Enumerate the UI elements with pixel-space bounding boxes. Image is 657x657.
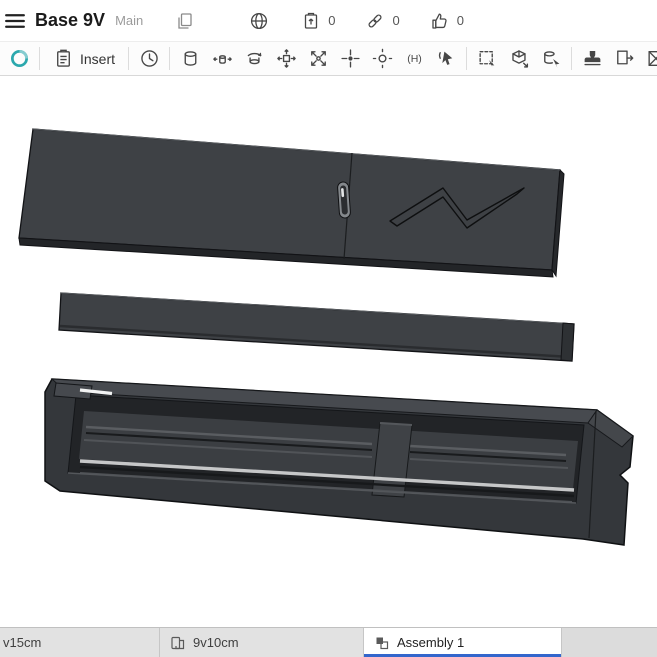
part-icon[interactable] <box>174 45 206 73</box>
document-header: Base 9V Main 0 0 0 <box>0 0 657 42</box>
part-tray[interactable] <box>44 378 634 546</box>
position-icon[interactable] <box>366 45 398 73</box>
tab-9v10cm[interactable]: 9v10cm <box>160 628 364 657</box>
toolbar-separator <box>466 47 468 70</box>
links-count: 0 <box>392 13 400 28</box>
links-counter[interactable]: 0 <box>363 9 400 33</box>
lid-button-slot <box>337 181 351 219</box>
query-icon[interactable] <box>535 45 567 73</box>
tab-bar-filler <box>562 628 657 657</box>
named-position-icon[interactable]: (H) <box>398 45 430 73</box>
likes-count: 0 <box>456 13 464 28</box>
document-title[interactable]: Base 9V <box>35 10 105 31</box>
workspace-name[interactable]: Main <box>115 13 143 28</box>
toolbar-separator <box>128 47 130 70</box>
explode-icon[interactable] <box>302 45 334 73</box>
toolbar-separator <box>571 47 573 70</box>
link-icon <box>363 9 387 33</box>
copies-count: 0 <box>328 13 336 28</box>
assembly-toolbar: Insert (H) <box>0 42 657 76</box>
share-globe-icon[interactable] <box>247 9 271 33</box>
move-icon[interactable] <box>270 45 302 73</box>
onshape-logo-icon[interactable] <box>3 45 35 73</box>
insert-part-icon[interactable] <box>503 45 535 73</box>
tab-bar: v15cm 9v10cm Assembly 1 <box>0 627 657 657</box>
thumbs-up-icon <box>428 9 452 33</box>
versions-icon[interactable] <box>173 9 197 33</box>
insert-icon <box>53 48 74 69</box>
assembly-icon <box>374 635 390 651</box>
main-menu-icon[interactable] <box>3 9 27 33</box>
tab-label: 9v10cm <box>193 635 239 650</box>
insert-label: Insert <box>80 50 116 67</box>
toolbar-separator <box>169 47 171 70</box>
clipboard-icon <box>299 9 323 33</box>
part-studio-icon <box>170 635 186 651</box>
likes-counter[interactable]: 0 <box>428 9 464 33</box>
mate-icon[interactable] <box>206 45 238 73</box>
tab-assembly-1[interactable]: Assembly 1 <box>364 628 562 657</box>
select-icon[interactable] <box>430 45 462 73</box>
configure-icon[interactable] <box>608 45 640 73</box>
tab-9v15cm[interactable]: v15cm <box>0 628 160 657</box>
box-select-icon[interactable] <box>471 45 503 73</box>
stamp-icon[interactable] <box>576 45 608 73</box>
insert-button[interactable]: Insert <box>44 45 124 73</box>
tab-label: v15cm <box>3 635 42 650</box>
appearance-icon[interactable] <box>640 45 657 73</box>
part-spacer[interactable] <box>58 292 575 362</box>
snap-icon[interactable] <box>334 45 366 73</box>
graphics-area <box>0 77 657 627</box>
rotate-icon[interactable] <box>238 45 270 73</box>
part-lid[interactable] <box>18 128 565 278</box>
toolbar-separator <box>39 47 40 70</box>
tab-label: Assembly 1 <box>397 635 465 650</box>
assembly-viewport[interactable] <box>0 77 657 627</box>
clock-icon[interactable] <box>133 45 165 73</box>
copies-counter[interactable]: 0 <box>299 9 335 33</box>
svg-text:(H): (H) <box>407 53 422 65</box>
